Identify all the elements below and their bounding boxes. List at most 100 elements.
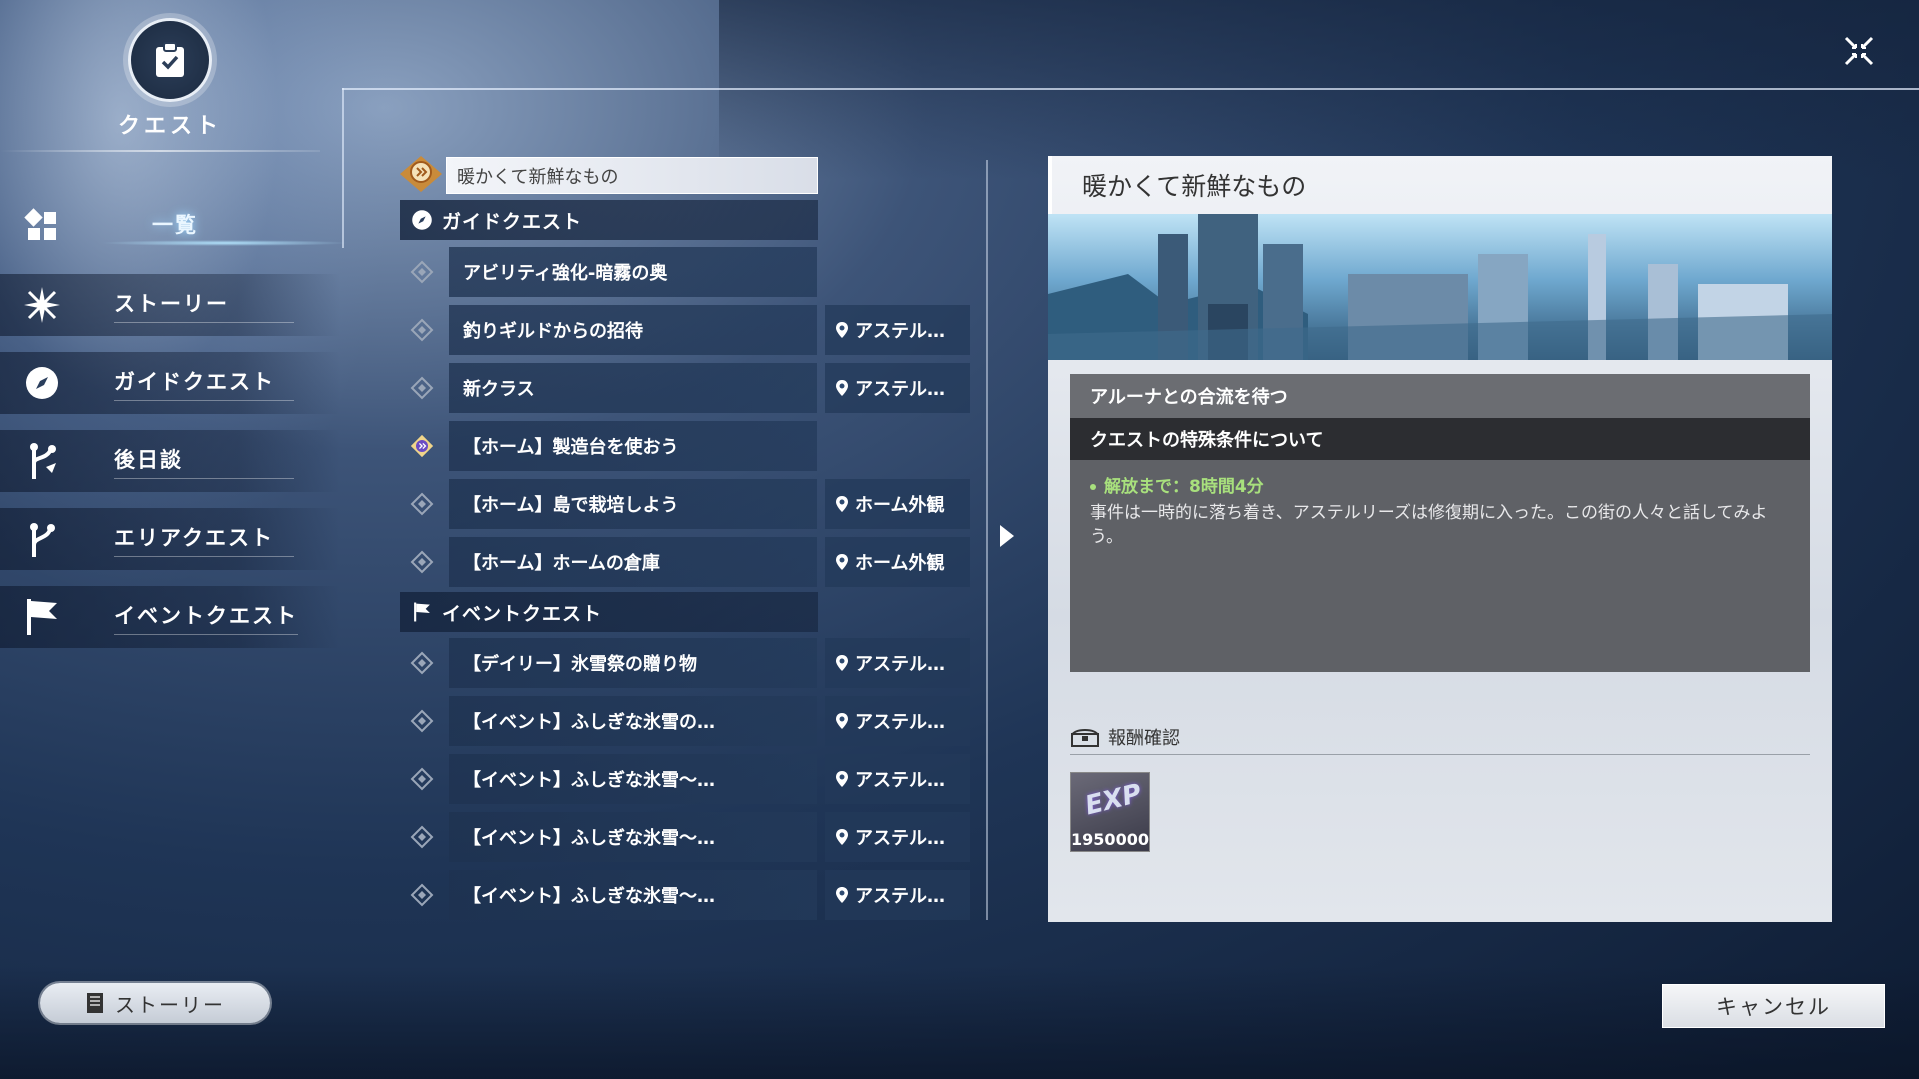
quest-detail-panel: 暖かくて新鮮なもの アルーナとの合流を待つ クエストの特殊条件について 解放まで…	[1048, 156, 1832, 922]
quest-location: アステル…	[825, 305, 970, 355]
active-indicator	[100, 240, 350, 246]
sidebar-item-guide-quest[interactable]: ガイドクエスト	[0, 352, 340, 414]
close-icon[interactable]	[1842, 34, 1876, 68]
quest-location: アステル…	[825, 870, 970, 920]
diamond-marker-icon	[410, 492, 434, 516]
diamond-marker-icon	[410, 550, 434, 574]
quest-name: 【ホーム】ホームの倉庫	[449, 537, 817, 587]
detail-title: 暖かくて新鮮なもの	[1048, 156, 1832, 214]
reward-exp-item[interactable]: EXP 1950000	[1070, 772, 1150, 852]
sidebar-item-label: ガイドクエスト	[114, 366, 294, 401]
active-quest-marker-icon	[410, 434, 434, 458]
quest-clipboard-icon	[128, 18, 212, 102]
quest-row[interactable]: 【ホーム】島で栽培しよう ホーム外観	[400, 479, 970, 529]
path-icon	[12, 509, 72, 569]
star-burst-icon	[12, 275, 72, 335]
story-button[interactable]: ストーリー	[40, 983, 270, 1023]
diamond-marker-icon	[410, 376, 434, 400]
sidebar-item-label: イベントクエスト	[114, 600, 298, 635]
flag-icon	[410, 600, 434, 624]
grid-icon	[12, 196, 72, 256]
quest-location: アステル…	[825, 363, 970, 413]
quest-name: 【ホーム】島で栽培しよう	[449, 479, 817, 529]
reward-quantity: 1950000	[1071, 830, 1149, 849]
page-title: クエスト	[117, 114, 222, 139]
background-ornament	[719, 0, 1919, 180]
sidebar-item-label: ストーリー	[114, 288, 294, 323]
location-pin-icon	[835, 379, 849, 397]
diamond-marker-icon	[410, 651, 434, 675]
location-pin-icon	[835, 553, 849, 571]
special-condition-header: クエストの特殊条件について	[1070, 418, 1810, 460]
location-pin-icon	[835, 712, 849, 730]
quest-name: 【イベント】ふしぎな氷雪の…	[449, 696, 817, 746]
section-header-event-quest: イベントクエスト	[400, 592, 818, 632]
quest-name: アビリティ強化-暗霧の奥	[449, 247, 817, 297]
sidebar-item-label: エリアクエスト	[114, 522, 294, 557]
diamond-marker-icon	[410, 709, 434, 733]
quest-description: 事件は一時的に落ち着き、アステルリーズは修復期に入った。この街の人々と話してみよ…	[1090, 502, 1768, 547]
nav-divider	[0, 150, 320, 152]
sidebar-item-epilogue[interactable]: 後日談	[0, 430, 340, 492]
location-pin-icon	[835, 495, 849, 513]
quest-row[interactable]: アビリティ強化-暗霧の奥	[400, 247, 970, 297]
location-pin-icon	[835, 770, 849, 788]
branch-icon	[12, 431, 72, 491]
quest-row[interactable]: 【ホーム】製造台を使おう	[400, 421, 970, 471]
quest-name: 【ホーム】製造台を使おう	[449, 421, 817, 471]
section-title: ガイドクエスト	[442, 210, 583, 233]
quest-location: アステル…	[825, 754, 970, 804]
diamond-marker-icon	[410, 883, 434, 907]
sidebar-item-label: 一覧	[152, 213, 198, 237]
quest-row[interactable]: 【イベント】ふしぎな氷雪～… アステル…	[400, 812, 970, 862]
location-pin-icon	[835, 654, 849, 672]
sidebar-item-list[interactable]: 一覧	[0, 195, 340, 257]
frame-line	[342, 88, 344, 248]
location-pin-icon	[835, 828, 849, 846]
reward-divider	[1070, 754, 1810, 755]
quest-name: 新クラス	[449, 363, 817, 413]
location-pin-icon	[835, 886, 849, 904]
arrow-right-icon[interactable]	[1000, 525, 1014, 547]
compass-icon	[12, 353, 72, 413]
unlock-timer: 解放まで：8時間4分	[1090, 476, 1790, 500]
sidebar-item-event-quest[interactable]: イベントクエスト	[0, 586, 340, 648]
diamond-marker-icon	[410, 767, 434, 791]
quest-row[interactable]: 【デイリー】氷雪祭の贈り物 アステル…	[400, 638, 970, 688]
quest-row[interactable]: 釣りギルドからの招待 アステル…	[400, 305, 970, 355]
exp-label: EXP	[1082, 778, 1145, 822]
quest-subtitle: アルーナとの合流を待つ	[1070, 374, 1810, 418]
bottom-bar	[0, 966, 1919, 1079]
quest-row[interactable]: 【ホーム】ホームの倉庫 ホーム外観	[400, 537, 970, 587]
quest-row[interactable]: 【イベント】ふしぎな氷雪の… アステル…	[400, 696, 970, 746]
book-icon	[85, 991, 105, 1015]
sidebar-item-story[interactable]: ストーリー	[0, 274, 340, 336]
quest-name: 釣りギルドからの招待	[449, 305, 817, 355]
cancel-button[interactable]: キャンセル	[1662, 984, 1885, 1028]
quest-row[interactable]: 新クラス アステル…	[400, 363, 970, 413]
quest-header: クエスト	[100, 18, 240, 140]
quest-location: ホーム外観	[825, 479, 970, 529]
diamond-marker-icon	[410, 318, 434, 342]
section-title: イベントクエスト	[442, 602, 603, 625]
quest-banner-image	[1048, 214, 1832, 360]
quest-row[interactable]: 【イベント】ふしぎな氷雪～… アステル…	[400, 870, 970, 920]
reward-label: 報酬確認	[1070, 724, 1180, 750]
flag-icon	[12, 587, 72, 647]
quest-row[interactable]: 【イベント】ふしぎな氷雪～… アステル…	[400, 754, 970, 804]
quest-name: 【イベント】ふしぎな氷雪～…	[449, 812, 817, 862]
diamond-marker-icon	[410, 825, 434, 849]
quest-location: アステル…	[825, 812, 970, 862]
sidebar-item-area-quest[interactable]: エリアクエスト	[0, 508, 340, 570]
selected-quest-badge-icon	[396, 152, 446, 196]
quest-info-box: アルーナとの合流を待つ クエストの特殊条件について 解放まで：8時間4分 事件は…	[1070, 374, 1810, 672]
list-scroll-divider	[986, 160, 988, 920]
quest-location: アステル…	[825, 638, 970, 688]
frame-line	[342, 88, 1919, 90]
diamond-marker-icon	[410, 260, 434, 284]
quest-name: 【イベント】ふしぎな氷雪～…	[449, 754, 817, 804]
quest-location: ホーム外観	[825, 537, 970, 587]
quest-info-body: 解放まで：8時間4分 事件は一時的に落ち着き、アステルリーズは修復期に入った。こ…	[1070, 460, 1810, 565]
quest-name: 【イベント】ふしぎな氷雪～…	[449, 870, 817, 920]
selected-quest-banner[interactable]: 暖かくて新鮮なもの	[446, 157, 818, 194]
